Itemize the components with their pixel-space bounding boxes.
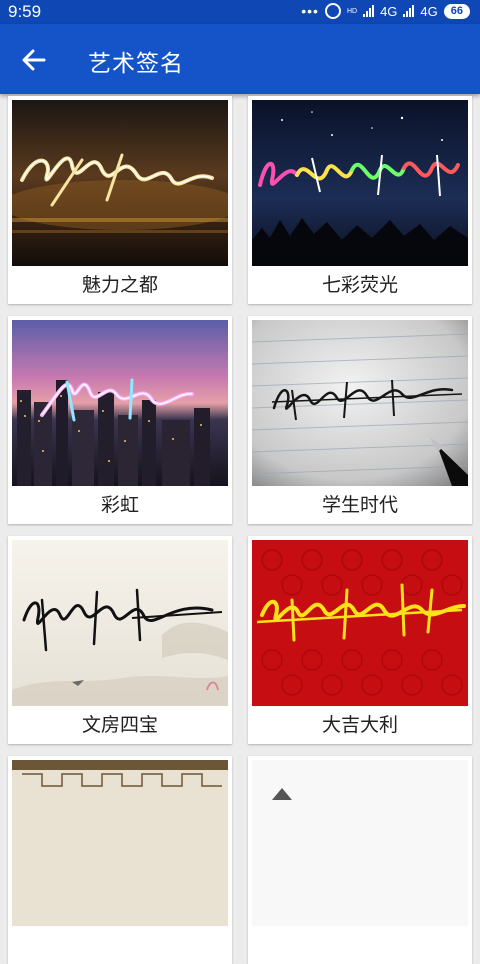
style-card-partial-right[interactable] [248,756,472,964]
network-type-2: 4G [420,3,438,19]
style-card-partial-left[interactable] [8,756,232,964]
style-preview-image [252,760,468,926]
alarm-icon [324,3,341,19]
network-type-1: 4G [380,3,398,19]
style-card-label: 文房四宝 [81,714,158,736]
app-bar: 艺术签名 [0,24,480,94]
style-card-label: 学生时代 [321,494,398,516]
style-card-four-treasures[interactable]: 文房四宝 [8,536,232,744]
style-card-student-days[interactable]: 学生时代 [248,316,472,524]
signal-icon-2 [403,5,415,17]
status-time: 9:59 [8,2,42,21]
status-bar: 9:59 ••• HD 4G 4G 66 [0,0,480,24]
battery-icon: 66 [443,3,470,19]
signal-icon [363,5,375,17]
style-card-rainbow[interactable]: 彩虹 [8,316,232,524]
style-card-label: 彩虹 [100,494,139,516]
style-preview-image [252,100,468,266]
style-card-label: 魅力之都 [81,274,158,296]
back-arrow-icon[interactable] [20,46,48,74]
style-preview-image [12,540,228,706]
status-icons: ••• HD 4G 4G 66 [301,3,470,19]
style-card-charm-city[interactable]: 魅力之都 [8,96,232,304]
style-preview-image [252,320,468,486]
style-preview-image [12,100,228,266]
style-card-label: 七彩荧光 [321,274,398,296]
more-notifications-icon: ••• [301,3,319,19]
page-title: 艺术签名 [88,51,184,77]
style-preview-image [12,320,228,486]
style-card-label: 大吉大利 [321,714,398,736]
hd-label: HD [346,7,358,15]
style-card-colorful-glow[interactable]: 七彩荧光 [248,96,472,304]
style-preview-image [12,760,228,926]
style-preview-image [252,540,468,706]
style-card-good-fortune[interactable]: 大吉大利 [248,536,472,744]
